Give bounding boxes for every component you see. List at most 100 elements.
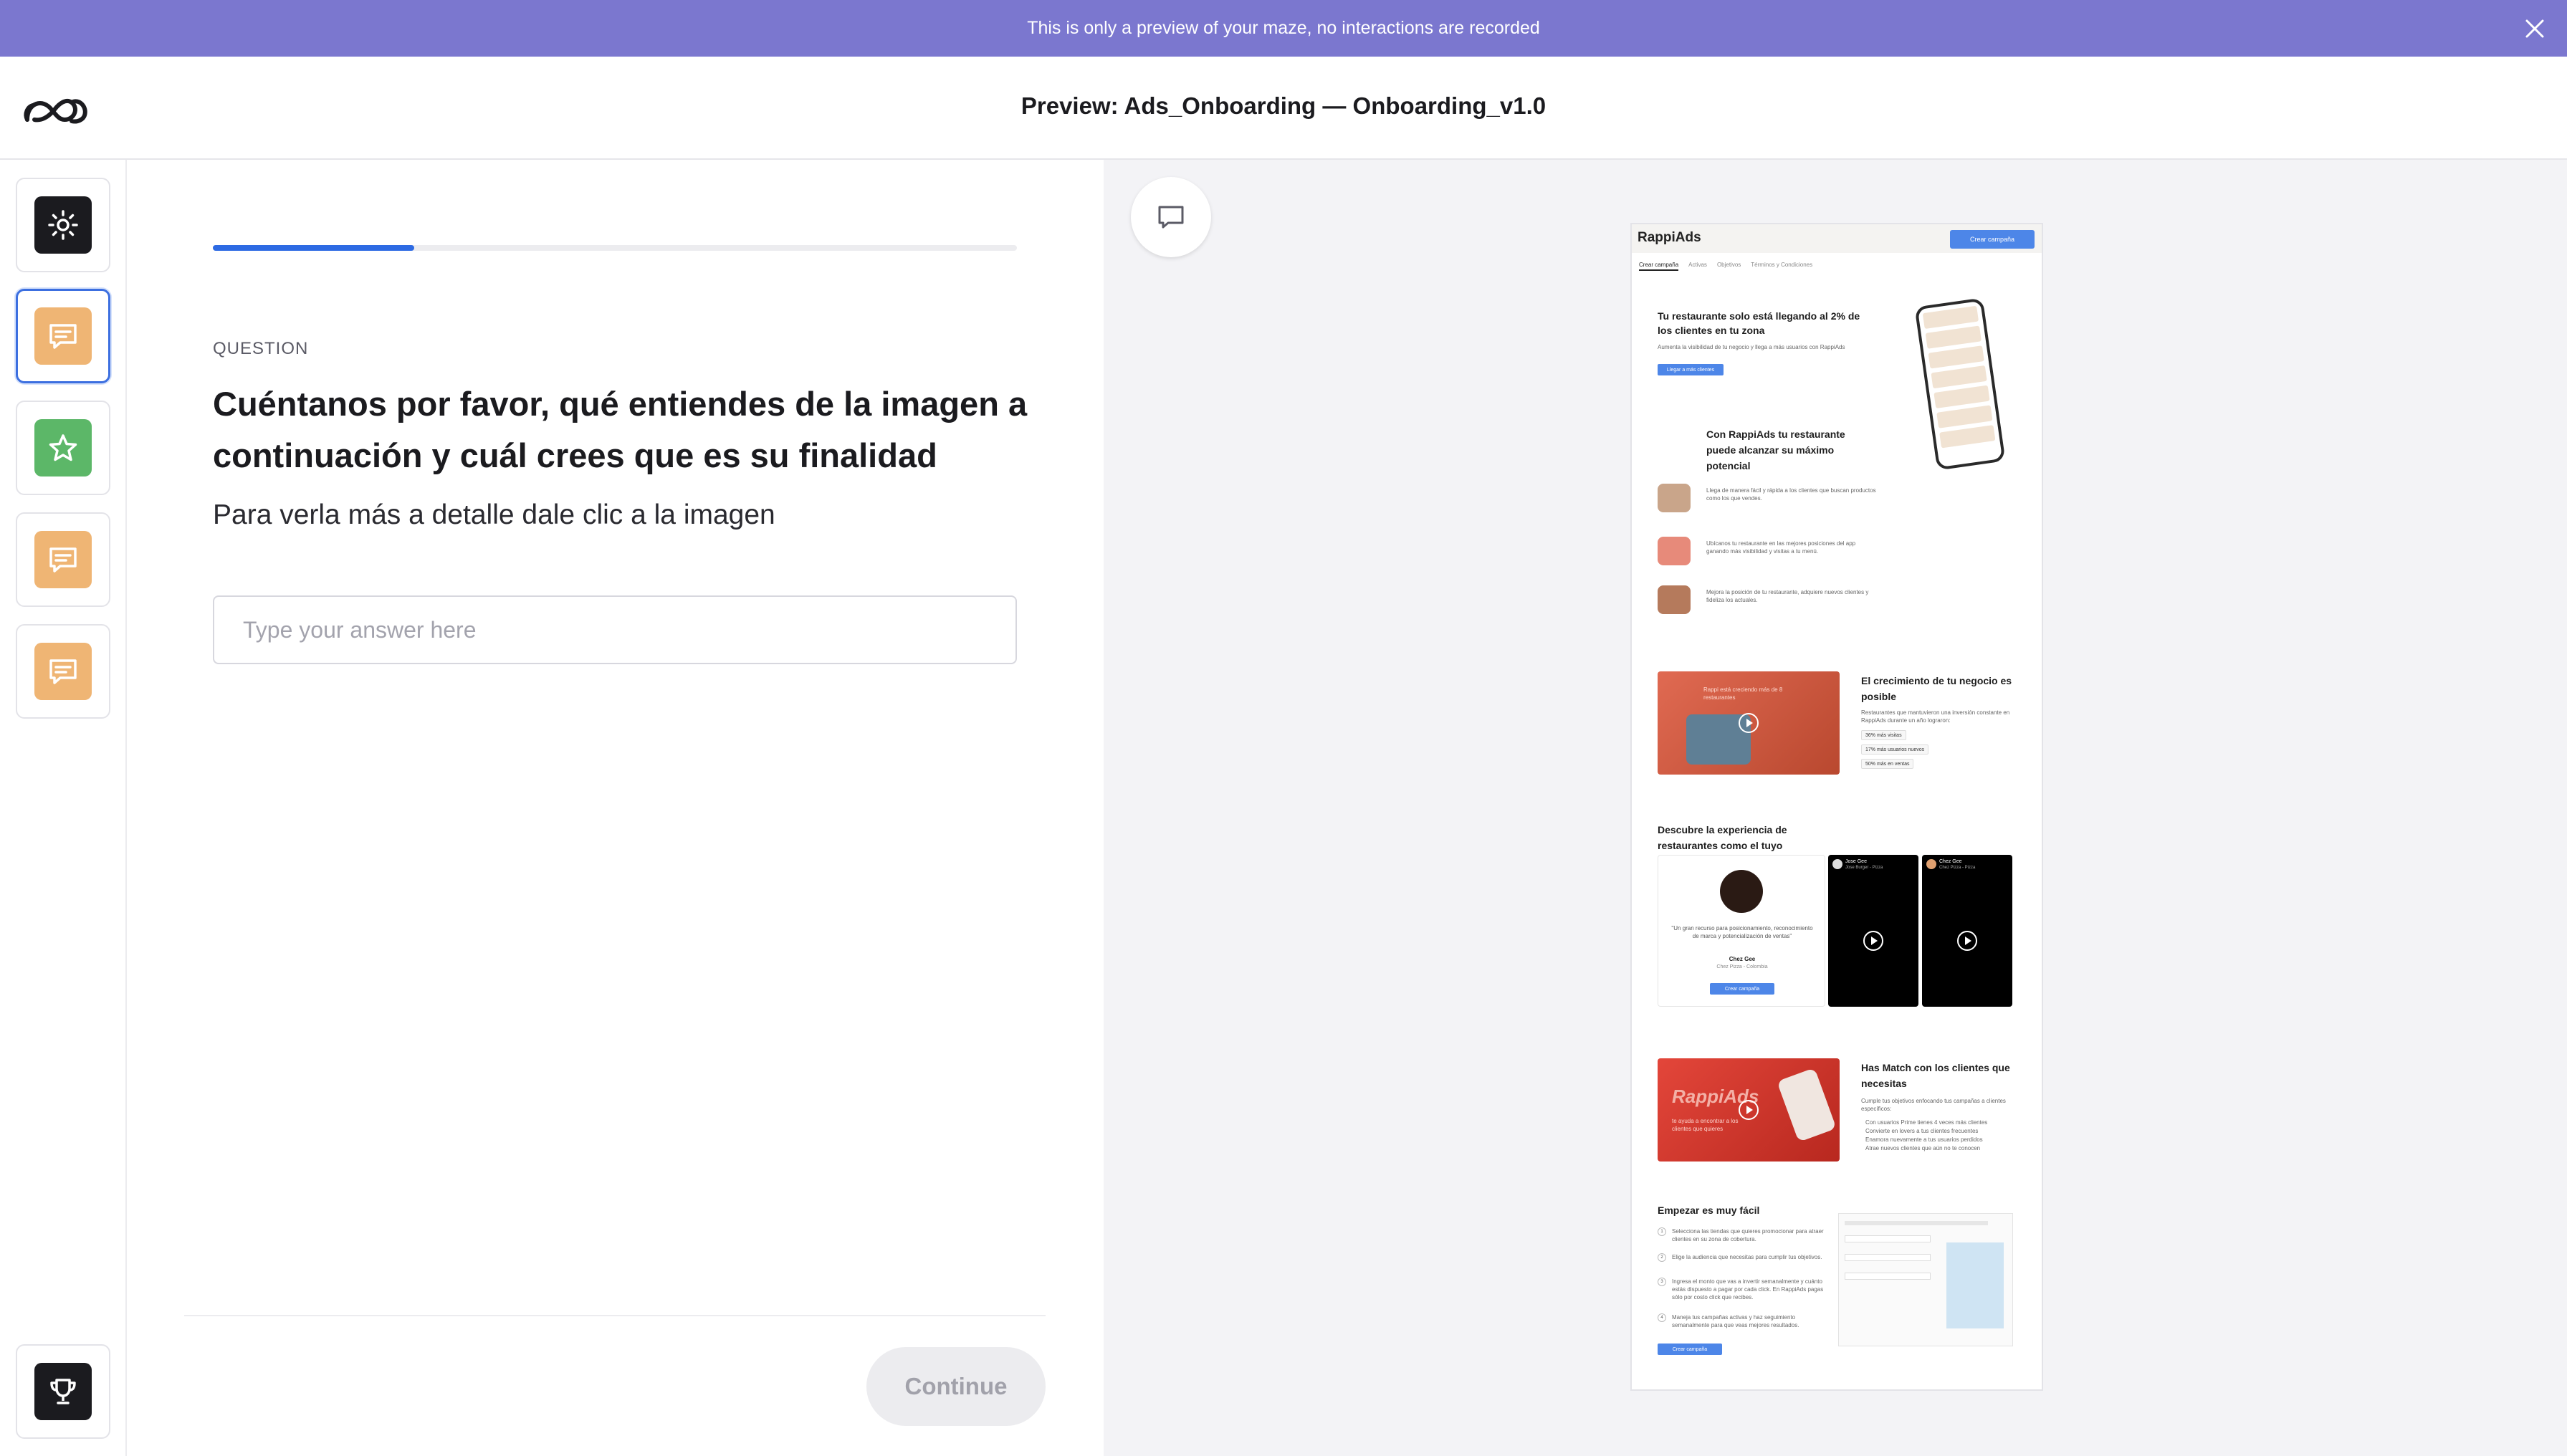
close-banner-button[interactable] <box>2518 12 2551 45</box>
step-text: Selecciona las tiendas que quieres promo… <box>1672 1228 1824 1242</box>
hero-title: Tu restaurante solo está llegando al 2% … <box>1658 310 1860 336</box>
match-bullet: Con usuarios Prime tienes 4 veces más cl… <box>1865 1119 1988 1126</box>
testimonial-name: Chez Gee <box>1729 956 1756 962</box>
rappiads-tab: Activas <box>1688 262 1707 268</box>
phone-row <box>1936 405 1993 428</box>
growth-text: Restaurantes que mantuvieron una inversi… <box>1861 709 2010 724</box>
feature-illustration <box>1658 484 1691 512</box>
question-label: QUESTION <box>213 339 309 358</box>
header: Preview: Ads_Onboarding — Onboarding_v1.… <box>0 57 2567 160</box>
block-thank-you[interactable] <box>16 1344 110 1439</box>
continue-button[interactable]: Continue <box>866 1347 1046 1426</box>
block-open-question-3[interactable] <box>16 624 110 719</box>
step-number: 3 <box>1658 1278 1666 1286</box>
opinion-scale-block-badge <box>34 419 92 476</box>
video-card-role: Chez Pizza - Pizza <box>1939 866 1976 870</box>
page-title: Preview: Ads_Onboarding — Onboarding_v1.… <box>1020 92 1547 119</box>
open-question-block-badge <box>34 643 92 700</box>
chat-icon <box>49 659 77 684</box>
avatar <box>1832 859 1842 869</box>
testimonial-card: "Un gran recurso para posicionamiento, r… <box>1658 855 1825 1007</box>
step-number: 4 <box>1658 1313 1666 1322</box>
match-title: Has Match con los clientes que necesitas <box>1861 1062 2010 1089</box>
phone-row <box>1933 385 1990 409</box>
close-icon <box>2525 19 2544 38</box>
chat-icon <box>49 547 77 573</box>
feature-illustration <box>1658 537 1691 565</box>
rappiads-brand: RappiAds <box>1638 230 1701 245</box>
match-text: Cumple tus objetivos enfocando tus campa… <box>1861 1098 2006 1112</box>
growth-chip: 50% más en ventas <box>1861 759 1914 769</box>
preview-banner: This is only a preview of your maze, no … <box>0 0 2567 57</box>
match-bullets: Con usuarios Prime tienes 4 veces más cl… <box>1865 1119 2023 1153</box>
open-question-block-badge <box>34 307 92 365</box>
growth-chip: 17% más usuarios nuevos <box>1861 744 1929 755</box>
match-bullet: Atrae nuevos clientes que aún no te cono… <box>1865 1145 1981 1151</box>
preview-area: RappiAds Crear campaña Crear campaña Act… <box>1104 160 2567 1456</box>
video-card-role: Jose Burger - Pizza <box>1845 866 1883 870</box>
block-open-question-1[interactable] <box>16 289 110 383</box>
rappiads-tab: Términos y Condiciones <box>1751 262 1813 268</box>
easy-screenshot-field <box>1845 1273 1931 1280</box>
rappiads-tabs: Crear campaña Activas Objetivos Términos… <box>1639 262 1812 271</box>
growth-video-caption: Rappi está creciendo más de 8 restaurant… <box>1703 686 1783 701</box>
chat-icon <box>49 324 77 349</box>
step-text: Maneja tus campañas activas y haz seguim… <box>1672 1314 1799 1328</box>
growth-title: El crecimiento de tu negocio es posible <box>1861 675 2012 702</box>
step-number: 1 <box>1658 1227 1666 1236</box>
easy-screenshot-phone <box>1946 1242 2004 1328</box>
phone-row <box>1925 325 1982 349</box>
preview-image[interactable]: RappiAds Crear campaña Crear campaña Act… <box>1632 224 2042 1389</box>
testimonial-logo <box>1720 870 1763 913</box>
block-opinion-scale[interactable] <box>16 401 110 495</box>
play-icon <box>1957 931 1977 951</box>
nav-create-campaign-button: Crear campaña <box>1950 230 2035 249</box>
testimonial-cta-button: Crear campaña <box>1710 983 1774 995</box>
growth-video: Rappi está creciendo más de 8 restaurant… <box>1658 671 1840 775</box>
block-open-question-2[interactable] <box>16 512 110 607</box>
block-navigation-rail <box>0 160 127 1456</box>
easy-title: Empezar es muy fácil <box>1658 1204 1760 1216</box>
comment-button[interactable] <box>1131 177 1211 257</box>
question-panel: QUESTION Cuéntanos por favor, qué entien… <box>127 160 1104 1456</box>
testimonial-video: Jose Gee Jose Burger - Pizza <box>1828 855 1918 1007</box>
play-icon <box>1739 713 1759 733</box>
comment-icon <box>1158 206 1184 229</box>
step-text: Elige la audiencia que necesitas para cu… <box>1672 1254 1822 1260</box>
easy-cta-button: Crear campaña <box>1658 1344 1722 1355</box>
avatar <box>1926 859 1936 869</box>
open-question-block-badge <box>34 531 92 588</box>
trophy-icon <box>50 1379 76 1404</box>
feature-text: Mejora la posición de tu restaurante, ad… <box>1706 589 1869 603</box>
progress-bar-fill <box>213 245 414 251</box>
question-subtitle: Para verla más a detalle dale clic a la … <box>213 499 775 530</box>
easy-screenshot <box>1838 1213 2013 1346</box>
feature-text: Ubícanos tu restaurante en las mejores p… <box>1706 540 1856 555</box>
footer-divider <box>184 1315 1046 1316</box>
testimonial-video: Chez Gee Chez Pizza - Pizza <box>1922 855 2012 1007</box>
step-text: Ingresa el monto que vas a invertir sema… <box>1672 1278 1824 1301</box>
rappiads-tab: Objetivos <box>1716 262 1741 268</box>
progress-bar <box>213 245 1017 251</box>
testimonial-quote: "Un gran recurso para posicionamiento, r… <box>1671 925 1813 939</box>
rappiads-tab: Crear campaña <box>1639 262 1679 271</box>
answer-input[interactable] <box>213 595 1017 664</box>
feature-text: Llega de manera fácil y rápida a los cli… <box>1706 487 1876 502</box>
potential-title: Con RappiAds tu restaurante puede alcanz… <box>1706 428 1845 471</box>
preview-banner-text: This is only a preview of your maze, no … <box>1027 18 1540 38</box>
play-icon <box>1863 931 1883 951</box>
phone-row <box>1931 365 1987 389</box>
match-video-illustration <box>1777 1068 1837 1142</box>
feature-illustration <box>1658 585 1691 614</box>
growth-chip: 36% más visitas <box>1861 730 1906 740</box>
block-welcome[interactable] <box>16 178 110 272</box>
welcome-block-badge <box>34 196 92 254</box>
video-card-name: Jose Gee <box>1845 859 1867 864</box>
rappiads-navbar: RappiAds Crear campaña <box>1632 224 2042 253</box>
video-card-name: Chez Gee <box>1939 859 1962 864</box>
hero-cta-button: Llegar a más clientes <box>1658 364 1724 375</box>
match-video: RappiAds te ayuda a encontrar a los clie… <box>1658 1058 1840 1162</box>
easy-screenshot-field <box>1845 1254 1931 1261</box>
phone-row <box>1922 305 1979 330</box>
thank-you-block-badge <box>34 1363 92 1420</box>
